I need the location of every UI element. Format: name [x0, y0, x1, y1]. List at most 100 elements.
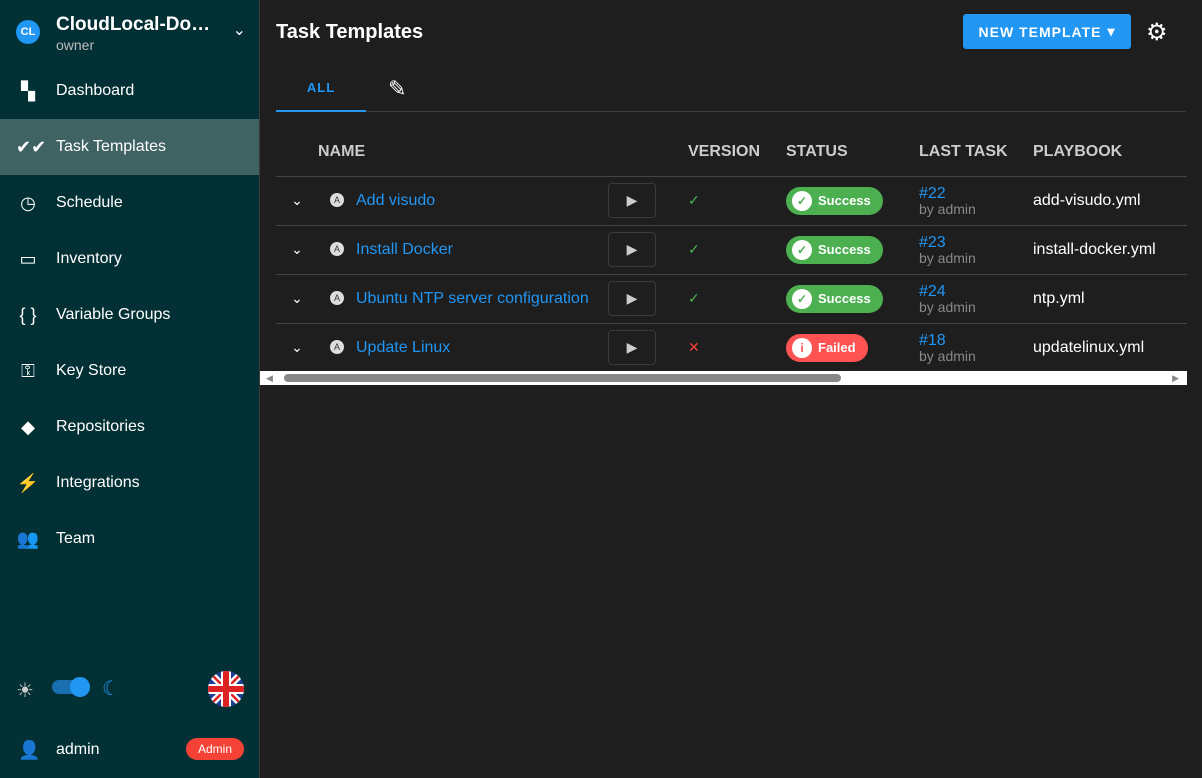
sidebar-item-label: Variable Groups [56, 306, 171, 323]
status-label: Success [818, 193, 871, 208]
repositories-icon: ◆ [21, 416, 35, 437]
sidebar-nav: ▚ Dashboard ✔✔ Task Templates ◷ Schedule ▭ Inve… [0, 63, 259, 567]
last-task-link[interactable]: #23 [919, 234, 1033, 251]
task-author: by admin [919, 249, 976, 266]
sidebar-item-label: Integrations [56, 474, 140, 491]
status-badge: ✓ Success [786, 284, 883, 313]
status-badge: ✓ Success [786, 186, 883, 215]
project-name: CloudLocal-Do… [56, 14, 211, 35]
expand-chevron-icon[interactable]: ⌄ [276, 274, 318, 324]
table-row: ⌄ A Update Linux ▶ ✕ i Failed #18 by admin … [276, 323, 1187, 373]
table-row: ⌄ A Ubuntu NTP server configuration ▶ ✓ ✓… [276, 274, 1187, 324]
status-badge: i Failed [786, 333, 868, 362]
schedule-icon: ◷ [20, 192, 36, 213]
expand-chevron-icon[interactable]: ⌄ [276, 176, 318, 226]
template-name-link[interactable]: Install Docker [356, 241, 453, 258]
header-playbook[interactable]: PLAYBOOK [1033, 128, 1187, 177]
play-icon: ▶ [626, 339, 638, 355]
sidebar-item-key-store[interactable]: ⚿ Key Store [0, 343, 259, 399]
status-label: Failed [818, 340, 856, 355]
vertical-scrollbar[interactable] [1187, 0, 1202, 778]
scrollbar-thumb[interactable] [284, 374, 841, 382]
project-role: owner [56, 37, 95, 53]
sidebar-item-label: Inventory [56, 250, 122, 267]
sidebar-item-label: Task Templates [56, 138, 166, 155]
playbook: ntp.yml [1033, 274, 1187, 324]
expand-chevron-icon[interactable]: ⌄ [276, 323, 318, 373]
header-name[interactable]: NAME [318, 128, 608, 177]
template-name-link[interactable]: Update Linux [356, 339, 450, 356]
horizontal-scrollbar[interactable]: ◀ ▶ [260, 371, 1187, 385]
tabs: ALL ✎ [276, 64, 1186, 112]
version-check-icon: ✓ [688, 274, 786, 324]
table-row: ⌄ A Install Docker ▶ ✓ ✓ Success #23 by adm… [276, 225, 1187, 275]
last-task-link[interactable]: #22 [919, 185, 1033, 202]
run-button[interactable]: ▶ [608, 330, 656, 365]
chevron-down-icon: ▾ [1107, 23, 1116, 39]
play-icon: ▶ [626, 241, 638, 257]
dark-mode-toggle[interactable] [52, 677, 90, 697]
tab-all[interactable]: ALL [276, 64, 366, 112]
playbook: updatelinux.yml [1033, 323, 1187, 373]
user-icon: 👤 [18, 740, 41, 760]
info-icon: i [792, 337, 812, 358]
scroll-right-icon[interactable]: ▶ [1172, 371, 1179, 385]
sidebar-item-team[interactable]: 👥 Team [0, 511, 259, 567]
main-content: Task Templates NEW TEMPLATE ▾ ⚙ ALL ✎ NAM… [260, 0, 1202, 778]
playbook: install-docker.yml [1033, 225, 1187, 275]
project-switcher[interactable]: CL CloudLocal-Do… owner ⌄ [16, 14, 246, 58]
moon-icon: ☾ [102, 678, 120, 700]
play-icon: ▶ [626, 290, 638, 306]
ansible-icon: A [330, 340, 344, 355]
template-name-link[interactable]: Ubuntu NTP server configuration [356, 290, 589, 307]
check-circle-icon: ✓ [792, 190, 812, 211]
sidebar-item-integrations[interactable]: ⚡ Integrations [0, 455, 259, 511]
new-template-label: NEW TEMPLATE [978, 23, 1102, 40]
sidebar-item-variable-groups[interactable]: { } Variable Groups [0, 287, 259, 343]
template-name-link[interactable]: Add visudo [356, 192, 435, 209]
run-button[interactable]: ▶ [608, 232, 656, 267]
variable-groups-icon: { } [19, 304, 37, 325]
language-flag-uk-icon[interactable] [208, 671, 244, 707]
expand-chevron-icon[interactable]: ⌄ [276, 225, 318, 275]
header-status[interactable]: STATUS [786, 128, 919, 177]
ansible-icon: A [330, 193, 344, 208]
sidebar-item-label: Schedule [56, 194, 123, 211]
sidebar-item-task-templates[interactable]: ✔✔ Task Templates [0, 119, 259, 175]
header-last-task[interactable]: LAST TASK [919, 128, 1033, 177]
scroll-left-icon[interactable]: ◀ [266, 371, 273, 385]
run-button[interactable]: ▶ [608, 183, 656, 218]
page-title: Task Templates [276, 21, 424, 43]
header-version[interactable]: VERSION [688, 128, 786, 177]
chevron-down-icon[interactable]: ⌄ [233, 20, 246, 40]
ansible-icon: A [330, 242, 344, 257]
version-check-icon: ✓ [688, 176, 786, 226]
key-store-icon: ⚿ [21, 360, 35, 381]
team-icon: 👥 [16, 528, 40, 549]
check-circle-icon: ✓ [792, 288, 812, 309]
run-button[interactable]: ▶ [608, 281, 656, 316]
gear-icon[interactable]: ⚙ [1146, 18, 1168, 47]
last-task-link[interactable]: #24 [919, 283, 1033, 300]
task-author: by admin [919, 298, 976, 315]
task-templates-icon: ✔✔ [16, 136, 47, 157]
task-author: by admin [919, 347, 976, 364]
table-row: ⌄ A Add visudo ▶ ✓ ✓ Success #22 by admin a… [276, 176, 1187, 226]
new-template-button[interactable]: NEW TEMPLATE ▾ [963, 14, 1131, 49]
last-task-link[interactable]: #18 [919, 332, 1033, 349]
theme-switcher: ☀ ☾ [16, 671, 246, 708]
playbook: add-visudo.yml [1033, 176, 1187, 226]
version-cross-icon: ✕ [688, 323, 786, 373]
role-badge: Admin [185, 738, 244, 760]
dashboard-icon: ▚ [21, 80, 35, 101]
sidebar-item-dashboard[interactable]: ▚ Dashboard [0, 63, 259, 119]
user-menu[interactable]: 👤 admin Admin [16, 736, 244, 764]
check-circle-icon: ✓ [792, 239, 812, 260]
sidebar-item-schedule[interactable]: ◷ Schedule [0, 175, 259, 231]
version-check-icon: ✓ [688, 225, 786, 275]
status-badge: ✓ Success [786, 235, 883, 264]
sidebar-item-repositories[interactable]: ◆ Repositories [0, 399, 259, 455]
pencil-icon[interactable]: ✎ [388, 76, 406, 102]
sidebar-item-inventory[interactable]: ▭ Inventory [0, 231, 259, 287]
sidebar: CL CloudLocal-Do… owner ⌄ ▚ Dashboard ✔✔ Ta… [0, 0, 260, 778]
